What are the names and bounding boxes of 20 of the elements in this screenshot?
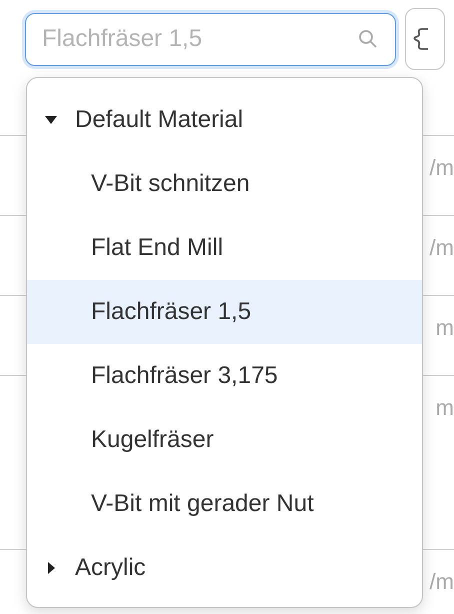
tree-item[interactable]: Default Material <box>27 88 422 152</box>
tree-label: Default Material <box>75 105 244 135</box>
search-icon <box>358 28 378 48</box>
tree-item[interactable]: Flachfräser 1,5 <box>27 280 422 344</box>
search-field[interactable]: Flachfräser 1,5 <box>25 12 396 66</box>
tree-label: Acrylic <box>75 553 146 583</box>
tree-item[interactable]: V-Bit schnitzen <box>27 152 422 216</box>
collapsed-caret-icon[interactable] <box>45 562 57 574</box>
unit-label: /m <box>430 568 454 596</box>
tree-item[interactable]: V-Bit mit gerader Nut <box>27 472 422 536</box>
unit-label: m <box>436 314 454 342</box>
tree-item[interactable]: Flat End Mill <box>27 216 422 280</box>
tree-item[interactable]: Acrylic <box>27 536 422 600</box>
unit-label: /m <box>430 234 454 262</box>
unit-label: /m <box>430 154 454 182</box>
expanded-caret-icon[interactable] <box>45 114 57 126</box>
tree-item[interactable]: Flachfräser 3,175 <box>27 344 422 408</box>
tool-button[interactable] <box>405 8 445 70</box>
tree-item[interactable]: Kugelfräser <box>27 408 422 472</box>
unit-label: m <box>436 394 454 422</box>
